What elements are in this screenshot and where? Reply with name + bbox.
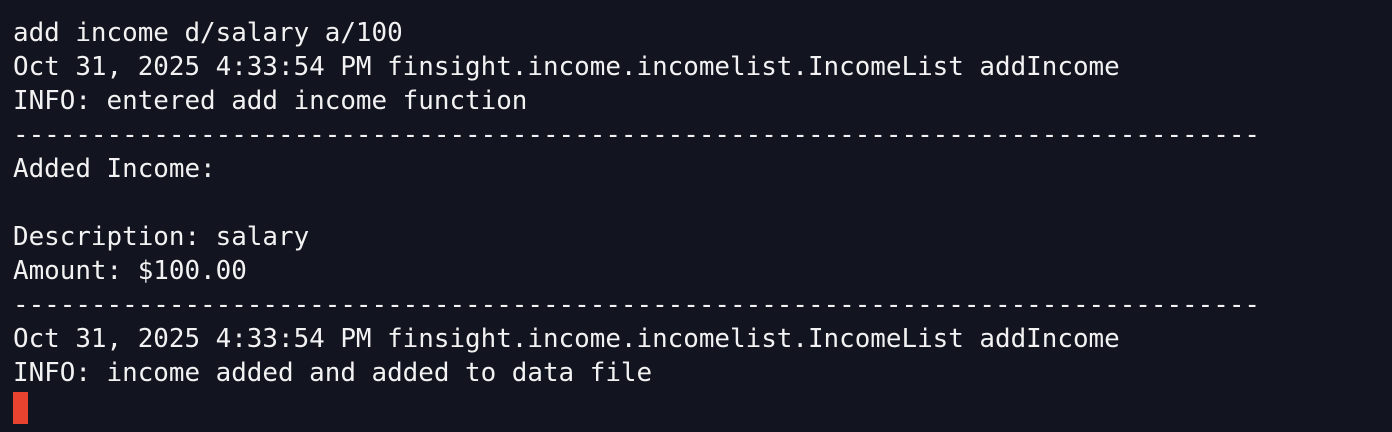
command-input-line: add income d/salary a/100 bbox=[13, 18, 403, 48]
log-timestamp-line: Oct 31, 2025 4:33:54 PM finsight.income.… bbox=[13, 52, 1120, 82]
log-info-line: INFO: entered add income function bbox=[13, 86, 528, 116]
separator-line: ----------------------------------------… bbox=[13, 290, 1260, 320]
terminal-window[interactable]: add income d/salary a/100 Oct 31, 2025 4… bbox=[0, 0, 1392, 432]
output-amount: Amount: $100.00 bbox=[13, 256, 247, 286]
output-heading: Added Income: bbox=[13, 154, 216, 184]
output-description: Description: salary bbox=[13, 222, 310, 252]
terminal-cursor[interactable] bbox=[13, 392, 28, 424]
separator-line: ----------------------------------------… bbox=[13, 120, 1260, 150]
log-info-line: INFO: income added and added to data fil… bbox=[13, 358, 653, 388]
log-timestamp-line: Oct 31, 2025 4:33:54 PM finsight.income.… bbox=[13, 324, 1120, 354]
